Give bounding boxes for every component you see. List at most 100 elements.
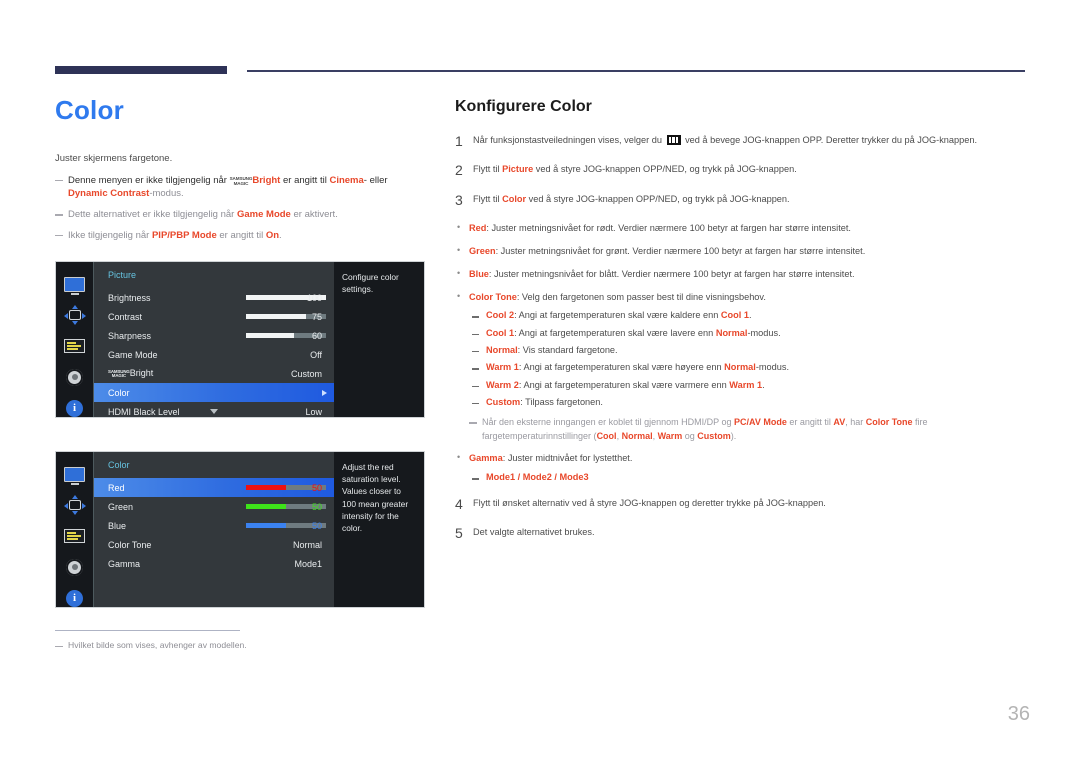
header-rule — [247, 70, 1025, 72]
note-gamemode: Dette alternativet er ikke tilgjengelig … — [55, 208, 425, 222]
sub-item-custom: Custom: Tilpass fargetonen. — [469, 396, 1033, 409]
samsung-magic-logo: SAMSUNG MAGIC — [229, 176, 253, 186]
list-item-gamma: Gamma: Juster midtnivået for lystetthet.… — [455, 451, 1033, 484]
gear-icon — [64, 558, 86, 576]
sub-item-gamma-modes: Mode1 / Mode2 / Mode3 — [469, 471, 1033, 484]
osd2-title: Color — [108, 460, 130, 470]
step-text: Flytt til Color ved å styre JOG-knappen … — [473, 193, 790, 204]
step-1: 1 Når funksjonstastveiledningen vises, v… — [455, 133, 1033, 149]
chevron-right-icon — [322, 389, 327, 396]
osd-screenshot-picture: i Picture Brightness 100 Contrast 75 Sha… — [55, 261, 425, 418]
sub-item-cool1: Cool 1: Angi at fargetemperaturen skal v… — [469, 327, 1033, 340]
row-label: Color Tone — [108, 539, 152, 550]
step-text: Flytt til ønsket alternativ ved å styre … — [473, 497, 826, 508]
info-icon: i — [64, 589, 86, 607]
monitor-icon — [64, 465, 86, 485]
sub-item-normal: Normal: Vis standard fargetone. — [469, 344, 1033, 357]
osd1-menu-panel: Picture Brightness 100 Contrast 75 Sharp… — [94, 262, 334, 417]
list-item-blue: Blue: Juster metningsnivået for blått. V… — [455, 267, 1033, 282]
step-text: Flytt til Picture ved å styre JOG-knappe… — [473, 164, 797, 175]
list-item-color-tone: Color Tone: Velg den fargetonen som pass… — [455, 290, 1033, 444]
page-number: 36 — [1007, 703, 1030, 725]
row-value: 50 — [311, 501, 322, 512]
step-text: Når funksjonstastveiledningen vises, vel… — [473, 135, 978, 145]
list-item-green: Green: Juster metningsnivået for grønt. … — [455, 244, 1033, 259]
step-5: 5 Det valgte alternativet brukes. — [455, 525, 1033, 541]
row-label: Sharpness — [108, 330, 152, 341]
osd2-row-color-tone[interactable]: Color Tone Normal — [94, 535, 334, 554]
osd1-row-magicbright[interactable]: SAMSUNG MAGIC Bright Custom — [94, 364, 334, 383]
osd1-row-contrast[interactable]: Contrast 75 — [94, 307, 334, 326]
row-label: SAMSUNG MAGIC Bright — [108, 368, 154, 379]
page-title: Color — [55, 95, 124, 125]
sub-item-warm2: Warm 2: Angi at fargetemperaturen skal v… — [469, 379, 1033, 392]
step-number: 2 — [455, 162, 463, 179]
row-value: Mode1 — [294, 558, 322, 569]
row-label: Brightness — [108, 292, 151, 303]
row-label: Gamma — [108, 558, 141, 569]
row-value: Custom — [290, 368, 322, 379]
step-4: 4 Flytt til ønsket alternativ ved å styr… — [455, 495, 1033, 512]
menu-button-icon — [666, 135, 681, 145]
gear-icon — [64, 368, 86, 386]
osd2-row-blue[interactable]: Blue 50 — [94, 516, 334, 535]
osd2-description: Adjust the red saturation level. Values … — [334, 452, 424, 607]
row-value: 50 — [311, 482, 322, 493]
footnote-rule — [55, 630, 240, 631]
monitor-icon — [64, 275, 86, 295]
color-options-list: Red: Juster metningsnivået for rødt. Ver… — [455, 221, 1033, 484]
color-tone-sublist: Cool 2: Angi at fargetemperaturen skal v… — [469, 309, 1033, 409]
pip-icon — [63, 305, 86, 325]
section-title: Konfigurere Color — [455, 98, 592, 115]
row-value: Normal — [292, 539, 322, 550]
osd-icon-rail: i — [56, 262, 94, 417]
step-text: Det valgte alternativet brukes. — [473, 526, 595, 537]
row-label: Red — [108, 482, 125, 493]
right-column: Konfigurere Color 1 Når funksjonstastvei… — [455, 98, 1033, 555]
row-value: 100 — [306, 292, 322, 303]
row-label: Contrast — [108, 311, 143, 322]
gamma-sublist: Mode1 / Mode2 / Mode3 — [469, 471, 1033, 484]
header-accent-bar — [55, 66, 227, 74]
row-value: 75 — [311, 311, 322, 322]
step-3: 3 Flytt til Color ved å styre JOG-knappe… — [455, 192, 1033, 208]
note-magicbright: Denne menyen er ikke tilgjengelig når SA… — [55, 174, 425, 202]
step-number: 4 — [455, 495, 463, 512]
osd-icon-rail: i — [56, 452, 94, 607]
sub-item-cool2: Cool 2: Angi at fargetemperaturen skal v… — [469, 309, 1033, 322]
osd-menu-icon — [64, 337, 86, 355]
osd1-row-sharpness[interactable]: Sharpness 60 — [94, 326, 334, 345]
osd1-description: Configure color settings. — [334, 262, 424, 417]
left-column: Color Juster skjermens fargetone. Denne … — [55, 96, 425, 250]
row-value: Low — [305, 406, 322, 417]
osd-screenshot-color: i Color Red 50 Green 50 Blue 50 Color To… — [55, 451, 425, 608]
footnote-text: Hvilket bilde som vises, avhenger av mod… — [55, 640, 247, 650]
osd1-row-game-mode[interactable]: Game Mode Off — [94, 345, 334, 364]
row-value: Off — [310, 349, 322, 360]
osd1-row-brightness[interactable]: Brightness 100 — [94, 288, 334, 307]
osd2-row-green[interactable]: Green 50 — [94, 497, 334, 516]
row-value: 50 — [311, 520, 322, 531]
samsung-magic-logo: SAMSUNG MAGIC — [108, 368, 130, 379]
osd-menu-icon — [64, 527, 86, 545]
osd2-menu-panel: Color Red 50 Green 50 Blue 50 Color Tone… — [94, 452, 334, 607]
row-label: HDMI Black Level — [108, 406, 180, 417]
row-value: 60 — [311, 330, 322, 341]
row-label: Green — [108, 501, 134, 512]
pip-icon — [63, 495, 86, 515]
color-tone-note: Når den eksterne inngangen er koblet til… — [469, 416, 1033, 443]
chevron-down-icon[interactable] — [210, 409, 218, 414]
osd1-row-color[interactable]: Color — [94, 383, 334, 402]
row-label: Game Mode — [108, 349, 158, 360]
step-number: 1 — [455, 133, 463, 149]
note-pippbp: Ikke tilgjengelig når PIP/PBP Mode er an… — [55, 229, 425, 243]
osd2-row-red[interactable]: Red 50 — [94, 478, 334, 497]
sub-item-warm1: Warm 1: Angi at fargetemperaturen skal v… — [469, 361, 1033, 374]
row-label: Blue — [108, 520, 127, 531]
row-label: Color — [108, 387, 130, 398]
osd1-title: Picture — [108, 270, 137, 280]
step-2: 2 Flytt til Picture ved å styre JOG-knap… — [455, 162, 1033, 179]
list-item-red: Red: Juster metningsnivået for rødt. Ver… — [455, 221, 1033, 236]
osd2-row-gamma[interactable]: Gamma Mode1 — [94, 554, 334, 573]
info-icon: i — [64, 399, 86, 417]
